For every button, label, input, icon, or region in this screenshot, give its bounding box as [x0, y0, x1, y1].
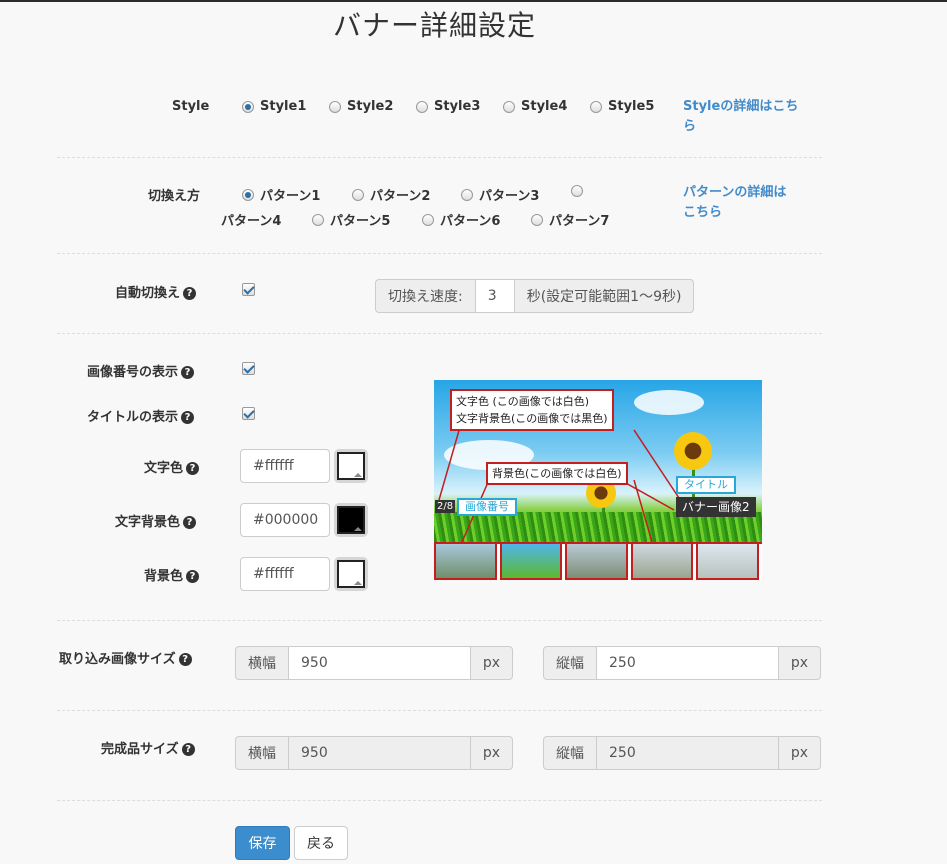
divider [57, 333, 822, 334]
question-circle-icon[interactable]: ? [181, 411, 195, 424]
auto-switch-label: 自動切換え? [115, 282, 197, 301]
final-width-label: 横幅 [235, 736, 288, 770]
bg-color-input[interactable]: #ffffff [240, 557, 330, 591]
callout-bg-color: 背景色(この画像では白色) [486, 462, 628, 485]
final-size-label: 完成品サイズ? [101, 738, 195, 757]
radio-icon [352, 188, 364, 201]
import-height-unit: px [779, 646, 821, 680]
color-picker-icon [337, 452, 365, 480]
import-height-input[interactable]: 250 [596, 646, 779, 680]
radio-icon [416, 100, 428, 113]
divider [57, 800, 822, 801]
radio-pattern5[interactable]: パターン5 [312, 210, 390, 229]
banner-preview-image: 文字色 (この画像では白色) 文字背景色(この画像では黒色) 背景色(この画像では… [434, 380, 762, 580]
divider [57, 710, 822, 711]
switch-method-label: 切換え方 [148, 189, 201, 204]
switch-speed-unit: 秒(設定可能範囲1〜9秒) [514, 279, 695, 313]
radio-pattern2[interactable]: パターン2 [352, 185, 430, 204]
radio-icon [312, 213, 324, 226]
image-number-badge: 2/8 [435, 500, 456, 513]
radio-icon [329, 100, 341, 113]
final-height-group: 縦幅 250 px [543, 736, 821, 770]
color-picker-icon [337, 560, 365, 588]
divider [57, 620, 822, 621]
final-width-input: 950 [288, 736, 471, 770]
question-circle-icon[interactable]: ? [186, 570, 200, 583]
switch-speed-input[interactable]: 3 [474, 279, 515, 313]
image-number-tag: 画像番号 [457, 498, 517, 516]
question-circle-icon[interactable]: ? [181, 366, 195, 379]
banner-title-bar: バナー画像2 [676, 497, 756, 517]
auto-switch-checkbox[interactable] [242, 283, 255, 296]
import-width-group: 横幅 950 px [235, 646, 513, 680]
style-detail-link[interactable]: Styleの詳細はこちら [683, 97, 798, 137]
question-circle-icon[interactable]: ? [186, 462, 200, 475]
switch-speed-label: 切換え速度: [375, 279, 475, 313]
radio-pattern1[interactable]: パターン1 [242, 185, 320, 204]
radio-pattern4[interactable] [571, 185, 589, 197]
radio-style1[interactable]: Style1 [242, 99, 306, 114]
show-image-number-label: 画像番号の表示? [87, 361, 195, 380]
radio-style5[interactable]: Style5 [590, 99, 654, 114]
title-tag: タイトル [676, 476, 736, 494]
style-label: Style [172, 99, 210, 114]
save-button[interactable]: 保存 [235, 826, 290, 860]
import-size-label: 取り込み画像サイズ? [59, 648, 192, 667]
import-width-label: 横幅 [235, 646, 288, 680]
radio-style2[interactable]: Style2 [329, 99, 393, 114]
text-bg-color-picker[interactable] [334, 503, 368, 537]
bg-color-label: 背景色? [144, 565, 200, 584]
radio-selected-icon [242, 188, 254, 201]
text-color-picker[interactable] [334, 449, 368, 483]
bg-color-picker[interactable] [334, 557, 368, 591]
text-color-label: 文字色? [144, 457, 200, 476]
radio-pattern3[interactable]: パターン3 [461, 185, 539, 204]
show-title-checkbox[interactable] [242, 407, 255, 420]
radio-style3[interactable]: Style3 [416, 99, 480, 114]
color-picker-icon [337, 506, 365, 534]
radio-style4[interactable]: Style4 [503, 99, 567, 114]
text-bg-color-input[interactable]: #000000 [240, 503, 330, 537]
radio-icon [531, 213, 543, 226]
import-height-group: 縦幅 250 px [543, 646, 821, 680]
radio-pattern6[interactable]: パターン6 [422, 210, 500, 229]
import-height-label: 縦幅 [543, 646, 596, 680]
text-bg-color-label: 文字背景色? [115, 511, 197, 530]
import-width-input[interactable]: 950 [288, 646, 471, 680]
radio-icon [571, 185, 583, 197]
radio-icon [590, 100, 602, 113]
divider [57, 157, 822, 158]
radio-pattern4-label[interactable]: パターン4 [221, 210, 281, 229]
final-height-label: 縦幅 [543, 736, 596, 770]
top-border [0, 0, 947, 2]
pattern-detail-link[interactable]: パターンの詳細は こちら [683, 183, 786, 223]
final-width-group: 横幅 950 px [235, 736, 513, 770]
radio-selected-icon [242, 100, 254, 113]
switch-speed-group: 切換え速度: 3 秒(設定可能範囲1〜9秒) [375, 279, 695, 313]
back-button[interactable]: 戻る [294, 826, 348, 860]
radio-icon [461, 188, 473, 201]
final-height-unit: px [779, 736, 821, 770]
final-width-unit: px [471, 736, 513, 770]
question-circle-icon[interactable]: ? [181, 743, 195, 756]
question-circle-icon[interactable]: ? [178, 653, 192, 666]
page-title: バナー詳細設定 [333, 9, 537, 42]
question-circle-icon[interactable]: ? [183, 516, 197, 529]
question-circle-icon[interactable]: ? [183, 287, 197, 300]
callout-text-colors: 文字色 (この画像では白色) 文字背景色(この画像では黒色) [450, 389, 614, 431]
radio-icon [503, 100, 515, 113]
divider [57, 253, 822, 254]
import-width-unit: px [471, 646, 513, 680]
radio-pattern7[interactable]: パターン7 [531, 210, 609, 229]
final-height-input: 250 [596, 736, 779, 770]
show-image-number-checkbox[interactable] [242, 362, 255, 375]
text-color-input[interactable]: #ffffff [240, 449, 330, 483]
show-title-label: タイトルの表示? [87, 406, 195, 425]
radio-icon [422, 213, 434, 226]
